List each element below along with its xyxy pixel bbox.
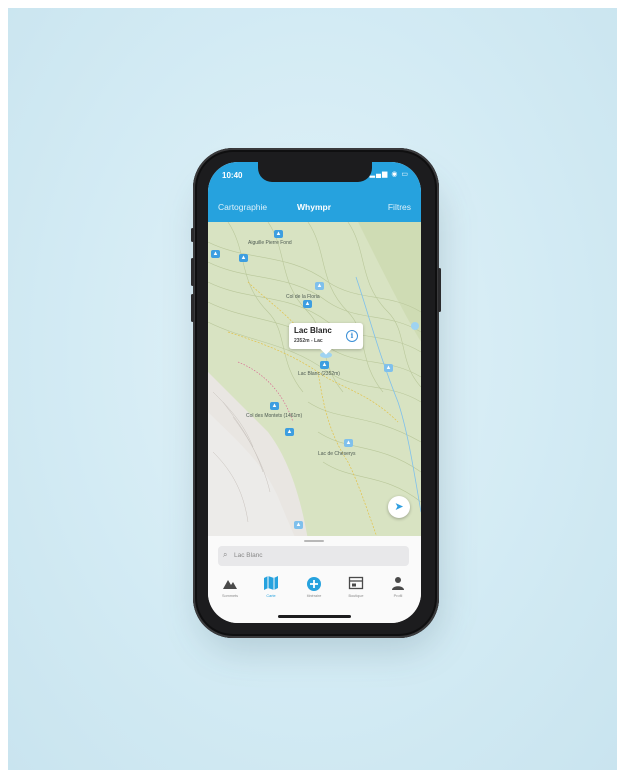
store-icon (336, 576, 376, 592)
poi-marker[interactable]: ▲ (211, 250, 220, 258)
search-input[interactable]: ⌕ Lac Blanc (218, 546, 409, 566)
poi-marker[interactable]: ▲ (239, 254, 248, 262)
silent-switch (191, 228, 194, 242)
poi-callout[interactable]: Lac Blanc 2352m - Lac i (289, 323, 363, 349)
map-label: Lac de Chéserys (318, 451, 356, 457)
locate-me-button[interactable]: ➤ (388, 496, 410, 518)
tab-label: Itinéraire (306, 594, 322, 598)
map-label: Aiguille Pierre Fond (248, 240, 292, 246)
poi-marker[interactable]: ▲ (294, 521, 303, 529)
map-label: Col de la Floria (286, 294, 320, 300)
location-arrow-icon: ➤ (394, 501, 404, 513)
phone-notch (258, 160, 372, 182)
bottom-sheet: ⌕ Lac Blanc Sommets Carte Itinéraire Bou… (208, 536, 421, 623)
poi-marker[interactable]: ▲ (285, 428, 294, 436)
tab-label: Carte (266, 594, 276, 598)
map-label: Lac Blanc (2352m) (298, 371, 340, 377)
plus-icon (294, 576, 334, 592)
topo-map (208, 222, 421, 540)
tab-sommets[interactable]: Sommets (210, 576, 250, 598)
power-button (438, 268, 441, 312)
app-title: Whympr (297, 202, 331, 212)
sheet-handle[interactable] (304, 540, 324, 542)
tab-boutique[interactable]: Boutique (336, 576, 376, 598)
volume-up-button (191, 258, 194, 286)
phone-screen: 10:40 ▂▄▆ ◉ ▭ Cartographie Whympr Filtre… (208, 162, 421, 623)
map-label: Col des Montets (1461m) (246, 413, 303, 419)
home-indicator[interactable] (278, 615, 351, 618)
person-icon (378, 576, 418, 592)
cartographie-button[interactable]: Cartographie (218, 202, 267, 212)
tab-label: Sommets (221, 594, 239, 598)
poi-marker[interactable]: ▲ (303, 300, 312, 308)
search-value: Lac Blanc (234, 552, 263, 559)
poi-marker-selected[interactable]: ▲ (320, 361, 329, 369)
filters-button[interactable]: Filtres (388, 202, 411, 212)
tab-label: Boutique (348, 594, 364, 598)
tab-label: Profil (393, 594, 403, 598)
poi-marker[interactable]: ▲ (274, 230, 283, 238)
poi-marker[interactable]: ▲ (315, 282, 324, 290)
poi-marker[interactable]: ▲ (384, 364, 393, 372)
tab-carte[interactable]: Carte (251, 576, 291, 598)
poi-marker[interactable]: ▲ (270, 402, 279, 410)
tab-bar: Sommets Carte Itinéraire Boutique Profil (208, 570, 421, 610)
tab-itineraire[interactable]: Itinéraire (294, 576, 334, 598)
volume-down-button (191, 294, 194, 322)
info-icon[interactable]: i (346, 330, 358, 342)
status-icons: ▂▄▆ ◉ ▭ (369, 171, 409, 178)
mountain-icon (210, 576, 250, 592)
callout-subtitle: 2352m - Lac (294, 338, 323, 344)
map-icon (251, 576, 291, 592)
poi-marker[interactable]: ▲ (344, 439, 353, 447)
search-icon: ⌕ (223, 550, 228, 559)
status-time: 10:40 (222, 171, 243, 180)
tab-profil[interactable]: Profil (378, 576, 418, 598)
map-view[interactable]: ▲ ▲ ▲ ▲ ▲ ▲ ▲ ▲ ▲ ▲ ▲ Aiguille Pierre Fo… (208, 222, 421, 540)
callout-title: Lac Blanc (294, 326, 332, 335)
